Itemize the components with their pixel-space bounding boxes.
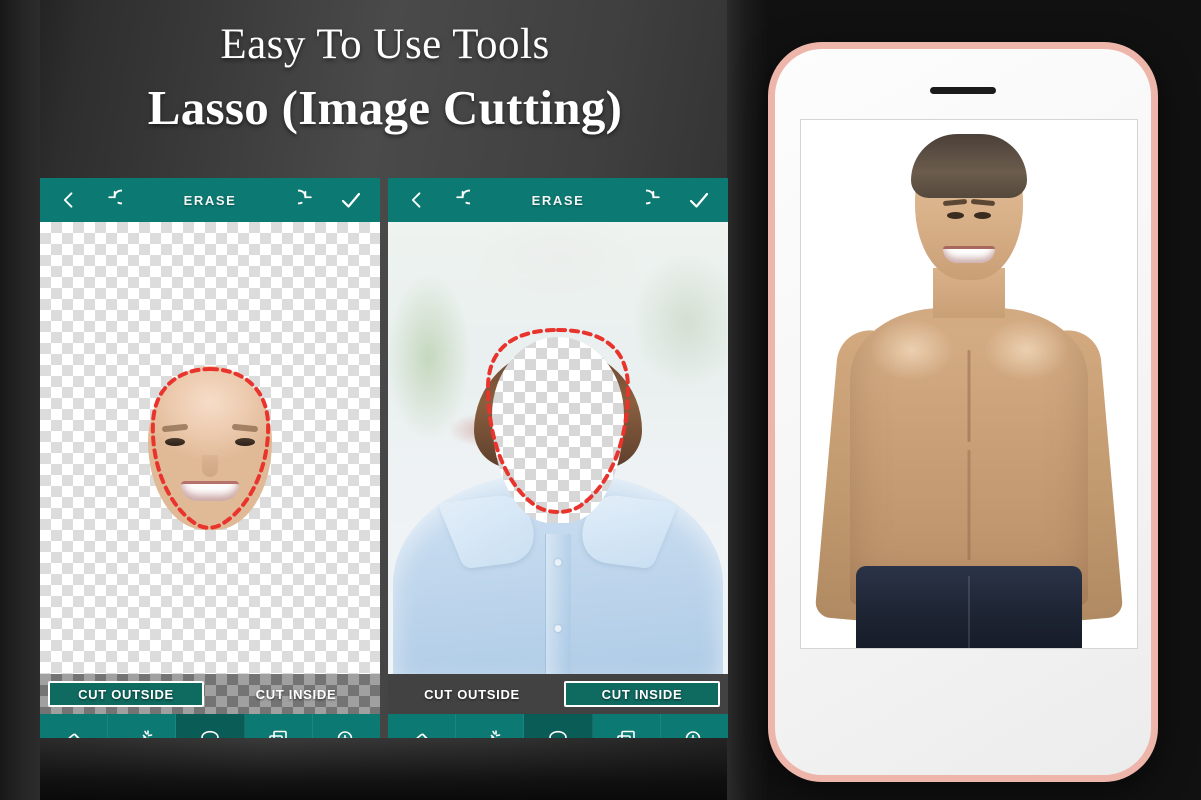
topbar-left-group bbox=[402, 185, 474, 215]
undo-icon[interactable] bbox=[96, 185, 126, 215]
chevron-left-icon[interactable] bbox=[402, 185, 432, 215]
zoom-in-icon bbox=[682, 728, 706, 738]
redo-icon[interactable] bbox=[294, 185, 324, 215]
zoom-in-icon bbox=[334, 728, 358, 738]
backdrop-right-edge bbox=[727, 0, 771, 800]
tool-restore[interactable]: RESTORE bbox=[593, 714, 661, 738]
man-mouth bbox=[943, 246, 995, 263]
editor-mode-title: ERASE bbox=[531, 192, 585, 208]
chevron-left-icon[interactable] bbox=[54, 185, 84, 215]
face-mouth bbox=[181, 480, 239, 501]
editor-topbar: ERASE bbox=[40, 178, 380, 222]
tool-auto[interactable]: AUTO bbox=[108, 714, 177, 738]
man-jeans bbox=[856, 566, 1082, 648]
editor-panels: ERASE CUT OUTSIDE CUT INSIDE ERASE CUT O… bbox=[40, 178, 728, 738]
face-skin bbox=[148, 366, 272, 530]
tool-erase[interactable]: ERASE bbox=[388, 714, 457, 738]
tool-lasso[interactable]: LASSO bbox=[176, 714, 245, 738]
restore-icon bbox=[266, 728, 290, 738]
man-chest-line bbox=[967, 350, 971, 442]
lasso-icon bbox=[546, 728, 570, 738]
phone-screen bbox=[800, 119, 1138, 649]
shirt-placket bbox=[545, 534, 571, 674]
cut-outside-button[interactable]: CUT OUTSIDE bbox=[396, 681, 548, 707]
muscular-man-photo bbox=[801, 120, 1137, 648]
face-brow-right bbox=[231, 423, 259, 433]
phone-mockup bbox=[768, 42, 1158, 782]
cut-inside-button[interactable]: CUT INSIDE bbox=[220, 681, 372, 707]
editor-topbar: ERASE bbox=[388, 178, 728, 222]
cut-mode-bar: CUT OUTSIDE CUT INSIDE bbox=[388, 674, 728, 714]
backdrop-left-edge bbox=[0, 0, 40, 800]
tool-zoom[interactable]: ZOOM bbox=[661, 714, 728, 738]
face-brow-left bbox=[161, 423, 189, 433]
edit-canvas-transparent[interactable] bbox=[40, 222, 380, 674]
face-nose bbox=[202, 454, 218, 477]
restore-icon bbox=[614, 728, 638, 738]
panel-cut-inside: ERASE CUT OUTSIDE CUT INSIDE bbox=[388, 178, 728, 738]
eraser-icon bbox=[62, 728, 86, 738]
erased-face-region bbox=[492, 336, 624, 523]
shirt-button-top bbox=[554, 559, 562, 566]
check-icon[interactable] bbox=[684, 185, 714, 215]
topbar-right-group bbox=[642, 185, 714, 215]
face-eye-right bbox=[235, 438, 255, 447]
magic-wand-icon bbox=[130, 728, 154, 738]
man-abs-line bbox=[967, 450, 971, 560]
redo-icon[interactable] bbox=[642, 185, 672, 215]
check-icon[interactable] bbox=[336, 185, 366, 215]
tool-erase[interactable]: ERASE bbox=[40, 714, 109, 738]
lasso-icon bbox=[198, 728, 222, 738]
cut-mode-bar: CUT OUTSIDE CUT INSIDE bbox=[40, 674, 380, 714]
magic-wand-icon bbox=[478, 728, 502, 738]
edit-canvas-photo[interactable] bbox=[388, 222, 728, 674]
man-hair bbox=[911, 134, 1027, 198]
shirt-button-bottom bbox=[554, 625, 562, 632]
man-eye-left bbox=[947, 212, 964, 219]
tool-zoom[interactable]: ZOOM bbox=[313, 714, 380, 738]
promo-screenshot: Easy To Use Tools Lasso (Image Cutting) … bbox=[0, 0, 1201, 800]
undo-icon[interactable] bbox=[444, 185, 474, 215]
topbar-left-group bbox=[54, 185, 126, 215]
topbar-right-group bbox=[294, 185, 366, 215]
cut-inside-button[interactable]: CUT INSIDE bbox=[564, 681, 720, 707]
cut-outside-button[interactable]: CUT OUTSIDE bbox=[48, 681, 204, 707]
earpiece-speaker-icon bbox=[930, 87, 996, 94]
eraser-icon bbox=[410, 728, 434, 738]
tool-bar: ERASE AUTO LASSO bbox=[388, 714, 728, 738]
tool-lasso[interactable]: LASSO bbox=[524, 714, 593, 738]
cutout-face bbox=[148, 366, 272, 530]
tool-restore[interactable]: RESTORE bbox=[245, 714, 313, 738]
editor-mode-title: ERASE bbox=[183, 192, 237, 208]
tool-auto[interactable]: AUTO bbox=[456, 714, 525, 738]
panel-cut-outside: ERASE CUT OUTSIDE CUT INSIDE bbox=[40, 178, 380, 738]
man-eye-right bbox=[974, 212, 991, 219]
face-eye-left bbox=[165, 438, 185, 447]
tool-bar: ERASE AUTO LASSO bbox=[40, 714, 380, 738]
